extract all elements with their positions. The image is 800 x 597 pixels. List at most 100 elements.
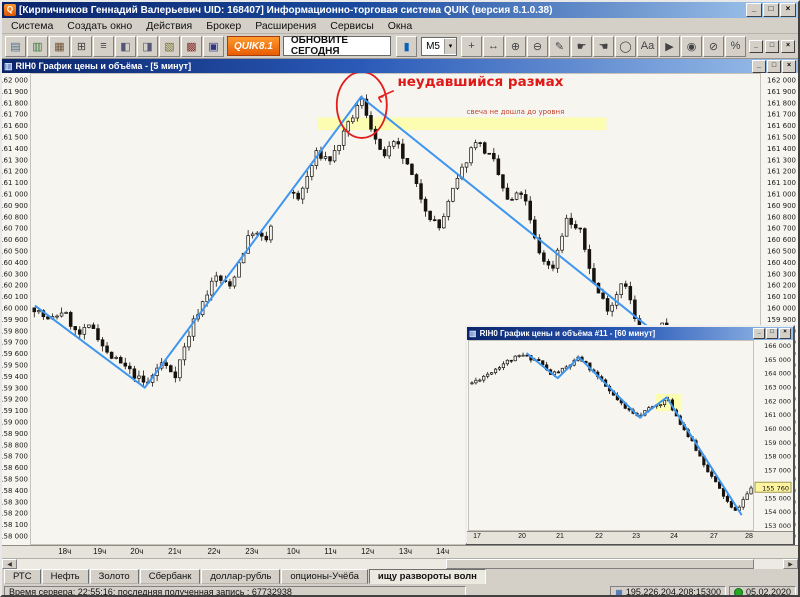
child-close-button[interactable]: ×	[781, 39, 795, 53]
chart-close-button[interactable]: ×	[782, 59, 796, 73]
workspace-button[interactable]: ▣	[203, 35, 224, 57]
pan-tool-button[interactable]: ↔	[483, 35, 504, 57]
tab-5[interactable]: доллар-рубль	[201, 569, 281, 584]
draw-tool-icon: ✎	[554, 40, 565, 53]
menu-item-2[interactable]: Создать окно	[60, 20, 139, 32]
svg-text:158 000: 158 000	[764, 453, 791, 461]
text-tool-button[interactable]: Aa	[637, 35, 658, 57]
menu-item-4[interactable]: Брокер	[199, 20, 248, 32]
tab-4[interactable]: Сбербанк	[139, 569, 201, 584]
new-table-button[interactable]: ▦	[49, 35, 70, 57]
percent-tool-button[interactable]: %	[725, 35, 746, 57]
window-title: [Кирпичников Геннадий Валерьевич UID: 16…	[19, 4, 553, 16]
new-document-icon: ▤	[10, 40, 21, 53]
minimize-button[interactable]: _	[746, 3, 762, 17]
zoom-out-tool-button[interactable]: ⊖	[527, 35, 548, 57]
time-tick-label: 20	[518, 533, 526, 540]
svg-text:166 000: 166 000	[764, 342, 791, 350]
svg-text:162 000: 162 000	[767, 77, 796, 85]
svg-text:161 900: 161 900	[2, 88, 28, 96]
svg-text:155 000: 155 000	[764, 494, 791, 502]
interval-select[interactable]: M5 ▾	[421, 36, 457, 56]
crosshair-tool-button[interactable]: +	[461, 35, 482, 57]
interval-value: M5	[426, 40, 440, 52]
child-minimize-button[interactable]: _	[749, 39, 763, 53]
update-today-button[interactable]: ОБНОВИТЕ СЕГОДНЯ	[282, 35, 392, 57]
grid-settings-button[interactable]: ▩	[181, 35, 202, 57]
tab-1[interactable]: РТС	[4, 569, 41, 584]
hand-tool-button[interactable]: ☚	[593, 35, 614, 57]
draw-tool-button[interactable]: ✎	[549, 35, 570, 57]
scrollbar-thumb[interactable]	[445, 559, 755, 569]
inset-price-chart[interactable]: 166 000 165 000 164 000 163 000 162 000 161 0…	[467, 340, 793, 531]
ellipse-tool-button[interactable]: ◯	[615, 35, 636, 57]
chart-restore-button[interactable]: □	[767, 59, 781, 73]
inset-close-button[interactable]: ×	[779, 328, 791, 339]
split-right-icon: ◨	[142, 40, 153, 53]
zoom-in-tool-button[interactable]: ⊕	[505, 35, 526, 57]
show-tool-button[interactable]: ◉	[681, 35, 702, 57]
close-button[interactable]: ×	[780, 3, 796, 17]
inset-chart-window[interactable]: ▥ RIH0 График цены и объёма #11 - [60 ми…	[465, 325, 795, 545]
new-document-button[interactable]: ▤	[5, 35, 26, 57]
marker-tool-button[interactable]: ▶	[659, 35, 680, 57]
quotes-list-button[interactable]: ≡	[93, 35, 114, 57]
menu-item-6[interactable]: Сервисы	[323, 20, 381, 32]
time-tick-label: 11ч	[324, 547, 337, 556]
child-restore-button[interactable]: □	[765, 39, 779, 53]
inset-time-axis[interactable]: 17 20 21 22 23 24 27 28	[467, 531, 793, 544]
svg-text:162 000: 162 000	[2, 77, 28, 85]
scroll-right-button[interactable]: ▶	[783, 559, 798, 569]
inset-minimize-button[interactable]: _	[753, 328, 765, 339]
tab-7[interactable]: ищу развороты волн	[368, 569, 486, 584]
menu-item-1[interactable]: Система	[4, 20, 60, 32]
quik-application-window: Q [Кирпичников Геннадий Валерьевич UID: …	[0, 0, 800, 597]
inset-window-titlebar[interactable]: ▥ RIH0 График цены и объёма #11 - [60 ми…	[467, 327, 793, 340]
tab-2[interactable]: Нефть	[41, 569, 89, 584]
scrollbar-track[interactable]	[17, 559, 783, 569]
menubar: Система Создать окно Действия Брокер Расшире…	[2, 18, 798, 34]
time-axis[interactable]: 18ч 19ч 20ч 21ч 22ч 23ч 10ч 11ч 12ч 13ч 14ч	[2, 545, 798, 558]
tab-3[interactable]: Золото	[89, 569, 139, 584]
quik-version-badge[interactable]: QUIK8.1	[227, 36, 280, 56]
hide-tool-button[interactable]: ⊘	[703, 35, 724, 57]
svg-text:159 500: 159 500	[2, 362, 28, 370]
new-chart-button[interactable]: ▥	[27, 35, 48, 57]
svg-text:159 900: 159 900	[767, 316, 796, 324]
maximize-button[interactable]: □	[763, 3, 779, 17]
toolbar: ▤ ▥ ▦ ⊞ ≡ ◧ ◨ ▧ ▩ ▣ QUIK8.1 ОБНОВИТЕ СЕГОДНЯ ▮ M5…	[2, 34, 798, 59]
inset-restore-button[interactable]: □	[766, 328, 778, 339]
scroll-left-button[interactable]: ◀	[2, 559, 17, 569]
svg-text:160 000: 160 000	[2, 305, 28, 313]
chart-horizontal-scrollbar[interactable]: ◀ ▶	[2, 558, 798, 569]
menu-item-7[interactable]: Окна	[381, 20, 419, 32]
pointer-tool-button[interactable]: ☛	[571, 35, 592, 57]
crosshair-tool-icon: +	[468, 40, 475, 52]
titlebar[interactable]: Q [Кирпичников Геннадий Валерьевич UID: …	[2, 2, 798, 18]
time-tick-label: 22	[595, 533, 603, 540]
time-tick-label: 13ч	[398, 547, 412, 556]
marker-tool-icon: ▶	[665, 40, 674, 53]
split-left-icon: ◧	[120, 40, 131, 53]
toolbar-left-group: ▤ ▥ ▦ ⊞ ≡ ◧ ◨ ▧ ▩ ▣	[5, 35, 224, 57]
menu-item-3[interactable]: Действия	[139, 20, 199, 32]
svg-text:157 000: 157 000	[764, 467, 791, 475]
chart-minimize-button[interactable]: _	[752, 59, 766, 73]
chart-style-button[interactable]: ▮	[396, 35, 418, 57]
menu-item-5[interactable]: Расширения	[248, 20, 323, 32]
status-date: 05.02.2020	[728, 585, 796, 595]
chart-window-titlebar[interactable]: ▥ RIH0 График цены и объёма - [5 минут] …	[2, 59, 798, 73]
svg-text:161 600: 161 600	[2, 122, 28, 130]
export-data-button[interactable]: ▧	[159, 35, 180, 57]
split-left-button[interactable]: ◧	[115, 35, 136, 57]
svg-text:158 500: 158 500	[2, 476, 28, 484]
add-window-icon: ⊞	[76, 40, 87, 53]
add-window-button[interactable]: ⊞	[71, 35, 92, 57]
svg-text:154 000: 154 000	[764, 508, 791, 516]
tab-6[interactable]: опционы-Учёба	[281, 569, 368, 584]
svg-text:155 760: 155 760	[762, 484, 789, 492]
split-right-button[interactable]: ◨	[137, 35, 158, 57]
time-tick-label: 12ч	[361, 547, 375, 556]
svg-text:159 100: 159 100	[2, 407, 28, 415]
chart-window-title: RIH0 График цены и объёма - [5 минут]	[15, 61, 192, 71]
